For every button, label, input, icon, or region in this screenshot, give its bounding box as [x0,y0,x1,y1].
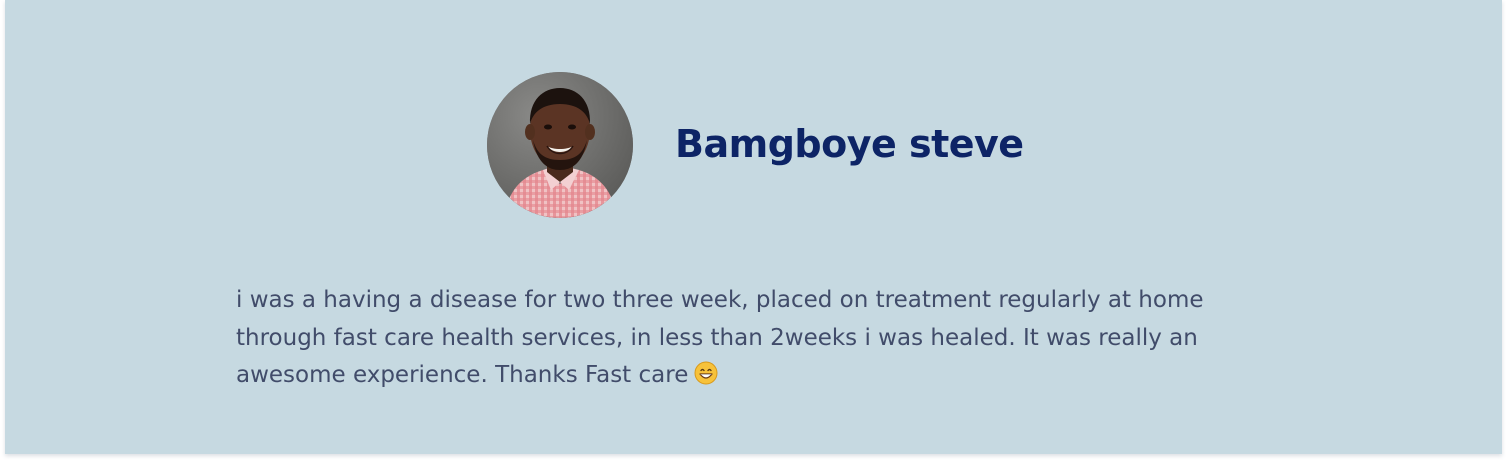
reviewer-name: Bamgboye steve [675,122,1024,166]
testimonial-body: i was a having a disease for two three w… [236,287,1204,388]
testimonial-text: i was a having a disease for two three w… [236,282,1246,395]
page: Bamgboye steve i was a having a disease … [0,0,1507,464]
grinning-face-icon [694,361,718,385]
testimonial-card: Bamgboye steve i was a having a disease … [5,0,1502,454]
person-portrait-icon [487,72,633,218]
avatar [487,72,633,218]
